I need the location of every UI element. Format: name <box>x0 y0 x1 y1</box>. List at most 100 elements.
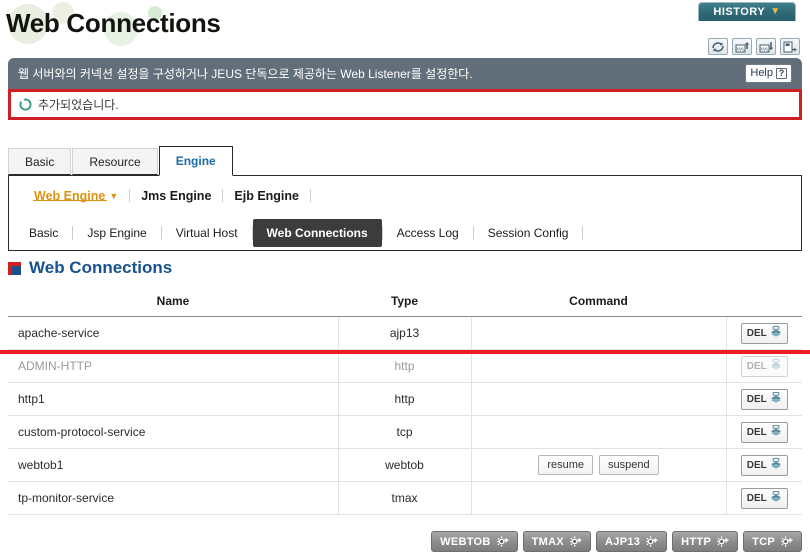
add-button-label: WEBTOB <box>440 535 491 548</box>
web-engine-tabs: Basic Jsp Engine Virtual Host Web Connec… <box>8 215 802 251</box>
cell-action: DEL <box>726 448 802 482</box>
chevron-down-icon: ▼ <box>109 191 119 201</box>
command-button-resume[interactable]: resume <box>538 455 594 475</box>
cell-type: http <box>338 382 472 416</box>
subnav-item-label: Jms Engine <box>141 188 212 203</box>
status-message-container: 추가되었습니다. <box>8 89 802 120</box>
tab-label: Basic <box>25 154 55 169</box>
command-button-suspend[interactable]: suspend <box>599 455 659 475</box>
add-webtob-button[interactable]: WEBTOB <box>431 531 518 552</box>
xml-download-icon[interactable]: XML <box>756 38 776 55</box>
engine-subnav: Web Engine ▼ Jms Engine Ejb Engine <box>8 176 802 215</box>
add-http-button[interactable]: HTTP <box>672 531 739 552</box>
column-header-command: Command <box>471 288 726 317</box>
subnav-item-jms-engine[interactable]: Jms Engine <box>130 189 222 203</box>
history-tab[interactable]: HISTORY ▼ <box>698 2 796 21</box>
status-message-text: 추가되었습니다. <box>38 98 119 112</box>
tab-resource[interactable]: Resource <box>72 148 158 175</box>
cell-type: ajp13 <box>338 316 472 350</box>
add-tmax-button[interactable]: TMAX <box>522 531 592 552</box>
add-plus-icon <box>645 535 658 548</box>
history-tab-label: HISTORY <box>713 6 766 18</box>
tab-web-connections[interactable]: Web Connections <box>252 218 382 247</box>
column-header-action <box>726 288 802 317</box>
active-underline <box>33 199 108 201</box>
top-toolbar: XML XML <box>708 38 800 55</box>
cell-type: webtob <box>338 448 472 482</box>
delete-stack-icon <box>770 424 782 440</box>
tab-basic[interactable]: Basic <box>8 148 72 175</box>
column-header-name: Name <box>8 288 338 317</box>
table-row: apache-service ajp13 DEL <box>8 316 802 350</box>
cell-type: http <box>338 349 472 383</box>
cell-name[interactable]: apache-service <box>8 316 339 350</box>
subnav-item-ejb-engine[interactable]: Ejb Engine <box>223 189 310 203</box>
refresh-circle-icon <box>19 98 32 111</box>
delete-button[interactable]: DEL <box>740 421 788 443</box>
column-header-type: Type <box>338 288 471 317</box>
delete-stack-icon <box>770 358 782 374</box>
tab-label: Jsp Engine <box>87 225 147 240</box>
tab-engine[interactable]: Engine <box>158 146 233 176</box>
divider <box>310 189 311 202</box>
tab-label: Engine <box>175 154 216 168</box>
cell-name[interactable]: tp-monitor-service <box>8 481 339 515</box>
delete-stack-icon <box>770 457 782 473</box>
tab-jsp-engine[interactable]: Jsp Engine <box>73 220 160 246</box>
xml-upload-icon[interactable]: XML <box>732 38 752 55</box>
cell-action: DEL <box>726 415 802 449</box>
delete-button-label: DEL <box>746 393 767 405</box>
cell-name[interactable]: http1 <box>8 382 339 416</box>
table-row: webtob1 webtob resume suspend DEL <box>8 448 802 482</box>
web-connections-table-container: Name Type Command apache-service ajp13 DEL… <box>8 288 802 515</box>
table-row: tp-monitor-service tmax DEL <box>8 481 802 515</box>
add-button-label: TCP <box>752 535 775 548</box>
cell-name[interactable]: webtob1 <box>8 448 339 482</box>
tab-label: Access Log <box>396 225 459 240</box>
svg-text:XML: XML <box>736 46 745 51</box>
cell-name[interactable]: ADMIN-HTTP <box>8 349 339 383</box>
section-title: Web Connections <box>29 258 173 277</box>
section-heading: Web Connections <box>8 258 172 278</box>
add-plus-icon <box>496 535 509 548</box>
delete-button-label: DEL <box>746 426 767 438</box>
help-button[interactable]: Help ? <box>745 64 792 83</box>
add-plus-icon <box>780 535 793 548</box>
tab-label: Resource <box>89 154 141 169</box>
tab-label: Virtual Host <box>175 225 238 240</box>
delete-button[interactable]: DEL <box>740 388 788 410</box>
subnav-item-label: Ejb Engine <box>234 188 299 203</box>
refresh-icon[interactable] <box>708 38 728 55</box>
tab-session-config[interactable]: Session Config <box>474 220 583 246</box>
apply-icon[interactable] <box>780 38 800 55</box>
cell-action: DEL <box>726 349 802 383</box>
row-highlight-marker <box>0 350 810 354</box>
cell-name[interactable]: custom-protocol-service <box>8 415 339 449</box>
table-body: apache-service ajp13 DEL ADMIN-HTTP http DEL h… <box>8 316 802 515</box>
tab-label: Session Config <box>487 225 569 240</box>
web-connections-table: Name Type Command apache-service ajp13 DEL… <box>8 288 802 515</box>
add-ajp13-button[interactable]: AJP13 <box>596 531 668 552</box>
delete-button[interactable]: DEL <box>740 487 788 509</box>
page-header: Web Connections <box>0 0 810 55</box>
add-tcp-button[interactable]: TCP <box>743 531 802 552</box>
tab-label: Basic <box>29 225 59 240</box>
tab-virtual-host[interactable]: Virtual Host <box>162 220 252 246</box>
delete-button[interactable]: DEL <box>740 322 788 344</box>
delete-button[interactable]: DEL <box>740 454 788 476</box>
add-button-label: AJP13 <box>605 535 641 548</box>
cell-command <box>471 316 727 350</box>
subnav-item-web-engine[interactable]: Web Engine ▼ <box>23 189 129 203</box>
table-row: http1 http DEL <box>8 382 802 416</box>
tab-access-log[interactable]: Access Log <box>383 220 473 246</box>
page-title: Web Connections <box>6 8 221 38</box>
cell-command <box>471 349 727 383</box>
cell-action: DEL <box>726 481 802 515</box>
table-row: ADMIN-HTTP http DEL <box>8 349 802 383</box>
tab-label: Web Connections <box>266 225 368 240</box>
add-connection-buttons: WEBTOB TMAX AJP13 HTTP TCP <box>431 531 802 552</box>
help-button-label: Help <box>750 67 773 80</box>
description-text: 웹 서버와의 커넥션 설정을 구성하거나 JEUS 단독으로 제공하는 Web … <box>18 67 473 81</box>
cell-action: DEL <box>726 316 802 350</box>
tab-basic[interactable]: Basic <box>15 220 72 246</box>
